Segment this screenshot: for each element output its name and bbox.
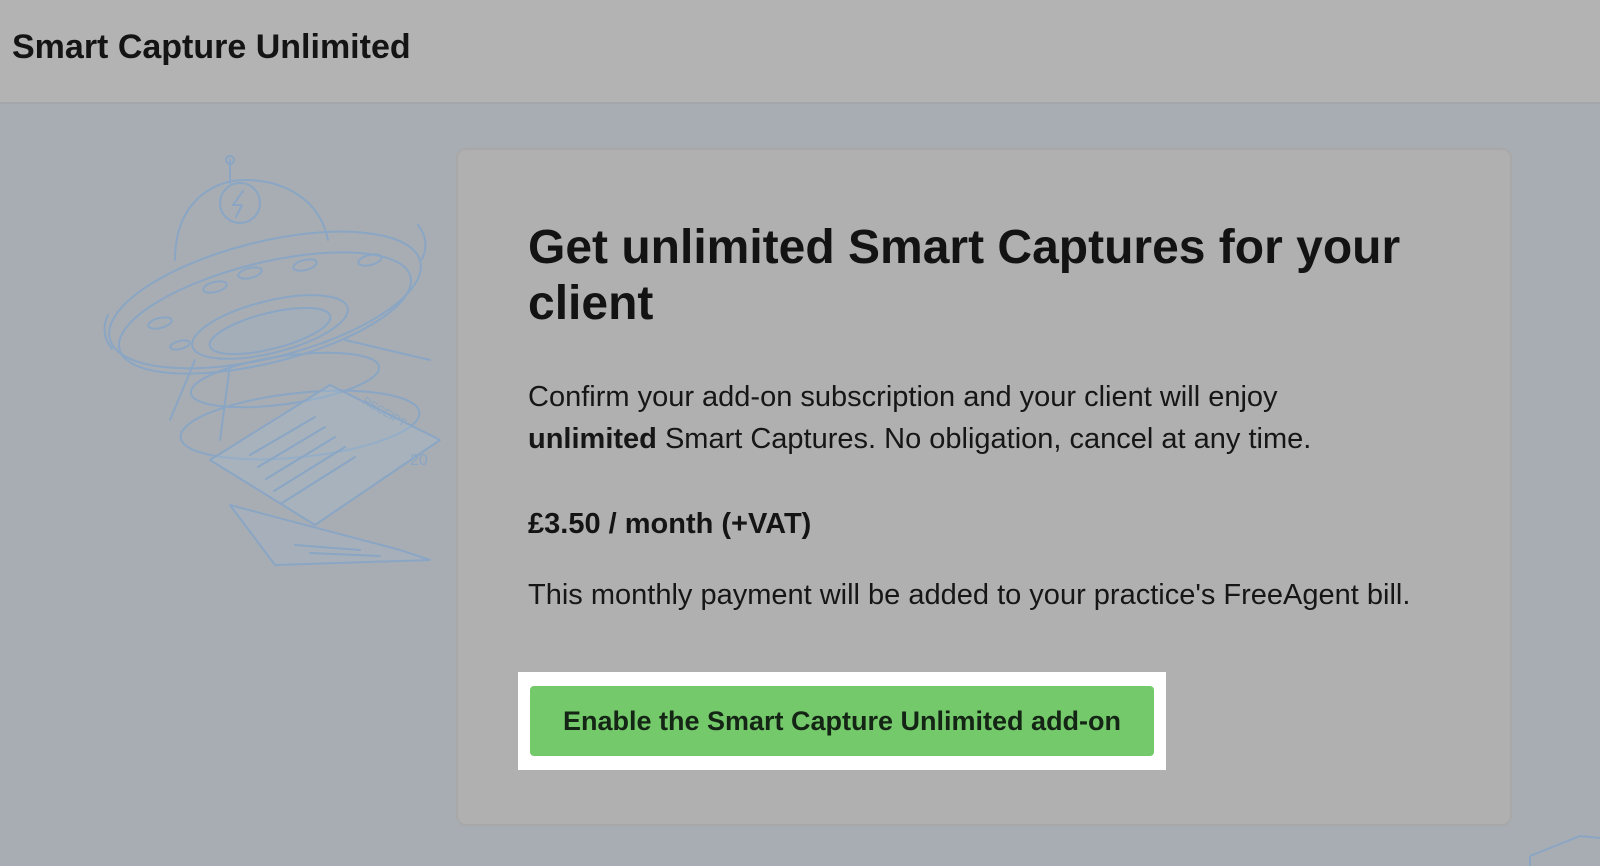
top-bar: Smart Capture Unlimited bbox=[0, 0, 1600, 104]
price-label: £3.50 / month (+VAT) bbox=[528, 508, 812, 540]
page-title: Smart Capture Unlimited bbox=[12, 28, 411, 66]
description-tail: Smart Captures. No obligation, cancel at… bbox=[664, 423, 1312, 455]
enable-addon-button[interactable]: Enable the Smart Capture Unlimited add-o… bbox=[530, 686, 1154, 756]
receipt-number: 20 bbox=[410, 452, 428, 469]
card-heading: Get unlimited Smart Captures for your cl… bbox=[528, 221, 1401, 330]
upgrade-card: Get unlimited Smart Captures for your cl… bbox=[456, 148, 1512, 826]
button-highlight: Enable the Smart Capture Unlimited add-o… bbox=[518, 672, 1166, 770]
ufo-receipt-illustration: RECEIPT 20 bbox=[100, 155, 450, 585]
billing-note: This monthly payment will be added to yo… bbox=[528, 579, 1411, 611]
card-description: Confirm your add-on subscription and you… bbox=[528, 376, 1428, 460]
description-lead: Confirm your add-on subscription and you… bbox=[528, 381, 1278, 413]
description-bold: unlimited bbox=[528, 423, 657, 455]
corner-decoration bbox=[1520, 826, 1600, 866]
